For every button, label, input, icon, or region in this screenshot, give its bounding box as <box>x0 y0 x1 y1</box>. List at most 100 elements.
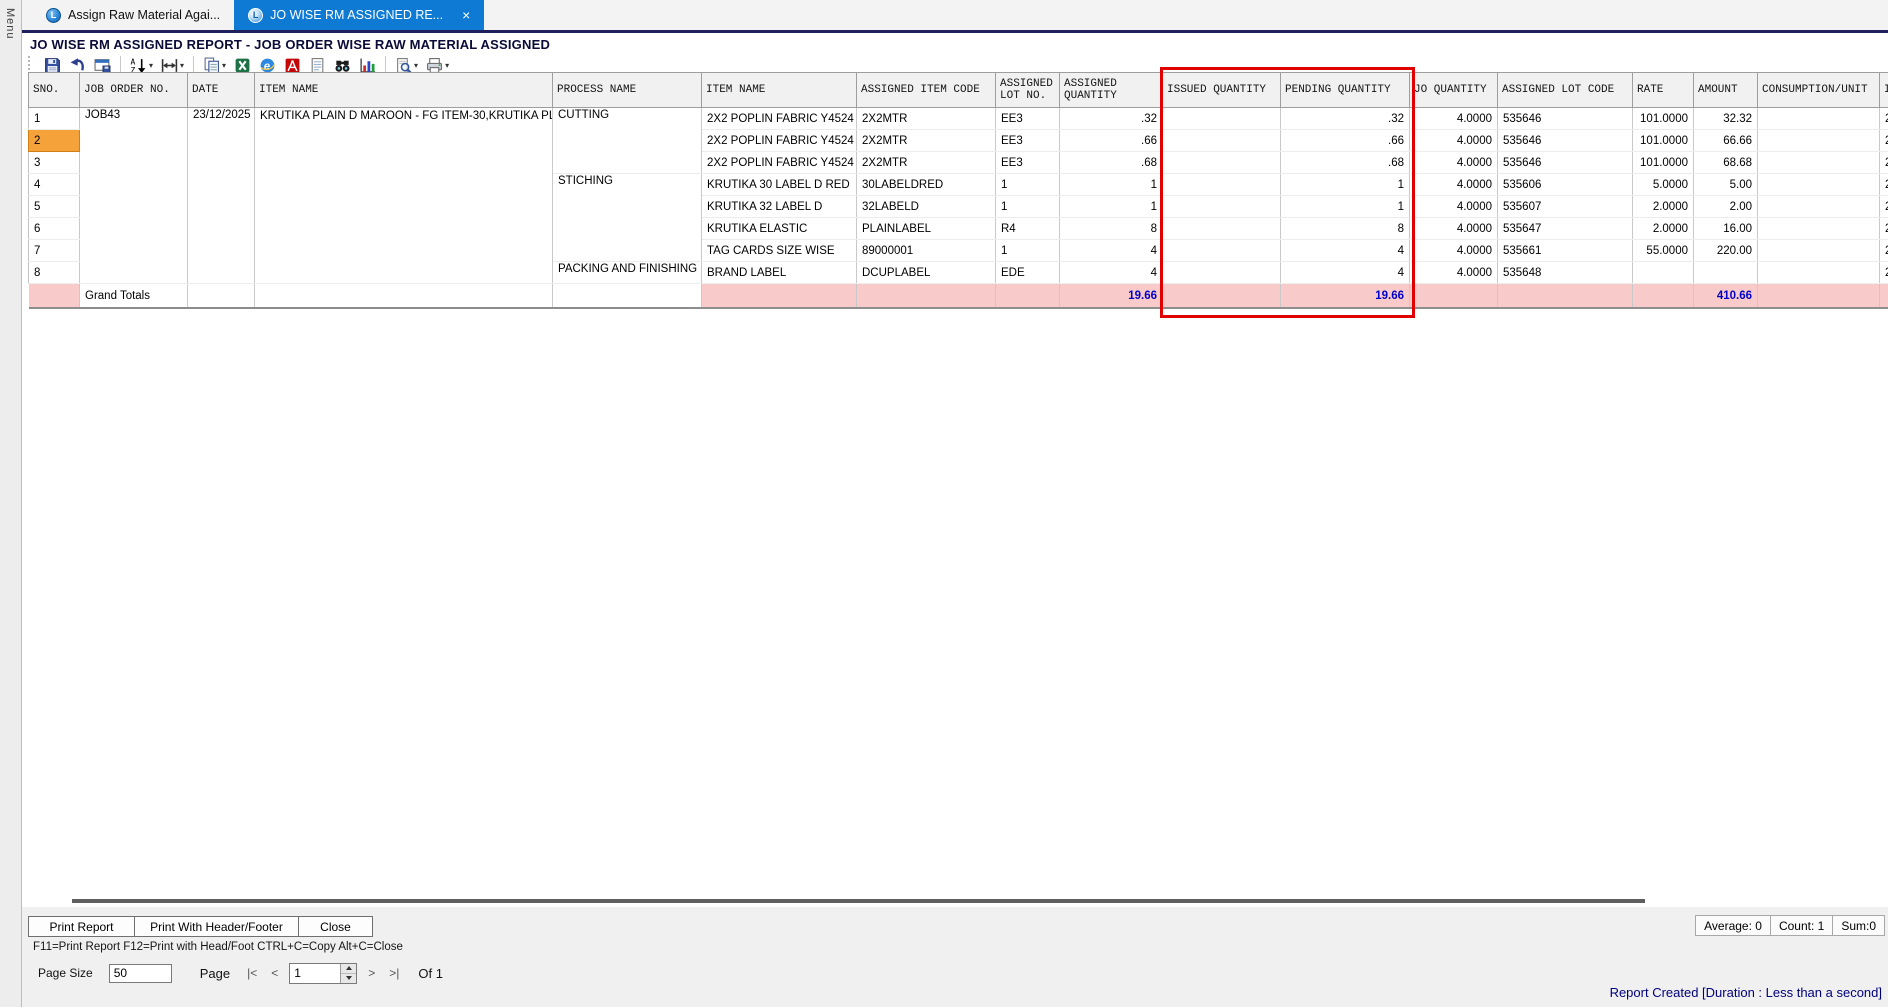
col-job_order[interactable]: JOB ORDER NO. <box>79 72 188 108</box>
cell-rate[interactable]: 5.0000 <box>1632 173 1694 196</box>
next-page-button[interactable]: > <box>361 966 382 980</box>
cell-item_name[interactable]: KRUTIKA PLAIN D MAROON - FG ITEM-30,KRUT… <box>254 107 553 284</box>
cell-sno[interactable]: 6 <box>28 217 80 240</box>
spin-down-button[interactable] <box>341 973 357 983</box>
cell-partial[interactable]: 2 <box>1879 107 1888 130</box>
print-with-header-footer-button[interactable]: Print With Header/Footer <box>134 916 299 937</box>
cell-issued[interactable] <box>1162 217 1281 240</box>
cell-amount[interactable]: 68.68 <box>1693 151 1758 174</box>
cell-joqty[interactable]: 4.0000 <box>1409 173 1498 196</box>
cell-lotcode[interactable]: 535648 <box>1497 261 1633 284</box>
cell-amount[interactable]: 220.00 <box>1693 239 1758 262</box>
cell-partial[interactable]: 2 <box>1879 195 1888 218</box>
cell-aqty[interactable]: 4 <box>1059 261 1163 284</box>
cell-issued[interactable] <box>1162 129 1281 152</box>
sort-dropdown-caret[interactable]: ▾ <box>149 61 153 70</box>
cell-amount[interactable] <box>1693 261 1758 284</box>
cell-rate[interactable]: 55.0000 <box>1632 239 1694 262</box>
cell-joqty[interactable]: 4.0000 <box>1409 261 1498 284</box>
cell-partial[interactable]: 2 <box>1879 173 1888 196</box>
cell-amount[interactable]: 16.00 <box>1693 217 1758 240</box>
cell-cons[interactable] <box>1757 173 1880 196</box>
cell-sno[interactable]: 8 <box>28 261 80 284</box>
spin-up-button[interactable] <box>341 963 357 974</box>
cell-amount[interactable]: 5.00 <box>1693 173 1758 196</box>
column-width-dropdown-caret[interactable]: ▾ <box>180 61 184 70</box>
tab-assign-raw-material[interactable]: L Assign Raw Material Agai... <box>32 0 234 30</box>
cell-issued[interactable] <box>1162 239 1281 262</box>
cell-lotno[interactable]: EE3 <box>995 151 1060 174</box>
cell-partial[interactable]: 2 <box>1879 151 1888 174</box>
col-pending[interactable]: PENDING QUANTITY <box>1280 72 1410 108</box>
cell-aqty[interactable]: 4 <box>1059 239 1163 262</box>
cell-aqty[interactable]: .68 <box>1059 151 1163 174</box>
cell-pending[interactable]: 4 <box>1280 239 1410 262</box>
cell-aqty[interactable]: 1 <box>1059 173 1163 196</box>
cell-issued[interactable] <box>1162 151 1281 174</box>
cell-cons[interactable] <box>1757 239 1880 262</box>
cell-rate[interactable]: 101.0000 <box>1632 129 1694 152</box>
cell-amount[interactable]: 32.32 <box>1693 107 1758 130</box>
prev-page-button[interactable]: < <box>264 966 285 980</box>
cell-partial[interactable]: 2 <box>1879 261 1888 284</box>
cell-joqty[interactable]: 4.0000 <box>1409 195 1498 218</box>
cell-amount[interactable]: 66.66 <box>1693 129 1758 152</box>
cell-code[interactable]: 2X2MTR <box>856 107 996 130</box>
cell-rate[interactable] <box>1632 261 1694 284</box>
cell-joqty[interactable]: 4.0000 <box>1409 129 1498 152</box>
col-sno[interactable]: SNO. <box>28 72 80 108</box>
col-code[interactable]: ASSIGNED ITEM CODE <box>856 72 996 108</box>
cell-sno[interactable]: 1 <box>28 107 80 130</box>
cell-process[interactable]: PACKING AND FINISHING <box>552 261 702 284</box>
cell-pending[interactable]: 8 <box>1280 217 1410 240</box>
cell-pending[interactable]: .66 <box>1280 129 1410 152</box>
cell-issued[interactable] <box>1162 261 1281 284</box>
cell-lotcode[interactable]: 535606 <box>1497 173 1633 196</box>
cell-lotno[interactable]: 1 <box>995 239 1060 262</box>
col-lotno[interactable]: ASSIGNED LOT NO. <box>995 72 1060 108</box>
cell-pending[interactable]: 1 <box>1280 195 1410 218</box>
cell-process[interactable]: STICHING <box>552 173 702 262</box>
cell-aqty[interactable]: .32 <box>1059 107 1163 130</box>
cell-cons[interactable] <box>1757 107 1880 130</box>
cell-joqty[interactable]: 4.0000 <box>1409 107 1498 130</box>
cell-lotcode[interactable]: 535647 <box>1497 217 1633 240</box>
col-process[interactable]: PROCESS NAME <box>552 72 702 108</box>
cell-partial[interactable]: 2 <box>1879 217 1888 240</box>
cell-issued[interactable] <box>1162 195 1281 218</box>
cell-code[interactable]: 30LABELDRED <box>856 173 996 196</box>
cell-lotno[interactable]: EE3 <box>995 107 1060 130</box>
cell-rate[interactable]: 2.0000 <box>1632 195 1694 218</box>
close-icon[interactable]: × <box>462 8 470 22</box>
cell-joqty[interactable]: 4.0000 <box>1409 239 1498 262</box>
col-item_name[interactable]: ITEM NAME <box>254 72 553 108</box>
print-dropdown-caret[interactable]: ▾ <box>445 61 449 70</box>
cell-lotcode[interactable]: 535607 <box>1497 195 1633 218</box>
cell-pending[interactable]: 1 <box>1280 173 1410 196</box>
cell-sno[interactable]: 4 <box>28 173 80 196</box>
cell-lotcode[interactable]: 535646 <box>1497 151 1633 174</box>
cell-partial[interactable]: 2 <box>1879 129 1888 152</box>
copy-dropdown-caret[interactable]: ▾ <box>222 61 226 70</box>
col-amount[interactable]: AMOUNT <box>1693 72 1758 108</box>
col-issued[interactable]: ISSUED QUANTITY <box>1162 72 1281 108</box>
cell-sno[interactable]: 2 <box>28 129 80 152</box>
cell-rate[interactable]: 101.0000 <box>1632 151 1694 174</box>
cell-partial[interactable]: 2 <box>1879 239 1888 262</box>
col-lotcode[interactable]: ASSIGNED LOT CODE <box>1497 72 1633 108</box>
cell-item2[interactable]: BRAND LABEL <box>701 261 857 284</box>
cell-lotno[interactable]: 1 <box>995 195 1060 218</box>
cell-sno[interactable]: 3 <box>28 151 80 174</box>
cell-aqty[interactable]: .66 <box>1059 129 1163 152</box>
cell-cons[interactable] <box>1757 195 1880 218</box>
col-joqty[interactable]: JO QUANTITY <box>1409 72 1498 108</box>
cell-item2[interactable]: KRUTIKA 32 LABEL D <box>701 195 857 218</box>
cell-joqty[interactable]: 4.0000 <box>1409 217 1498 240</box>
cell-process[interactable]: CUTTING <box>552 107 702 174</box>
cell-lotcode[interactable]: 535661 <box>1497 239 1633 262</box>
menu-vertical-item[interactable]: Menu <box>4 8 16 40</box>
cell-cons[interactable] <box>1757 261 1880 284</box>
cell-sno[interactable]: 5 <box>28 195 80 218</box>
cell-lotno[interactable]: EDE <box>995 261 1060 284</box>
cell-code[interactable]: 2X2MTR <box>856 129 996 152</box>
